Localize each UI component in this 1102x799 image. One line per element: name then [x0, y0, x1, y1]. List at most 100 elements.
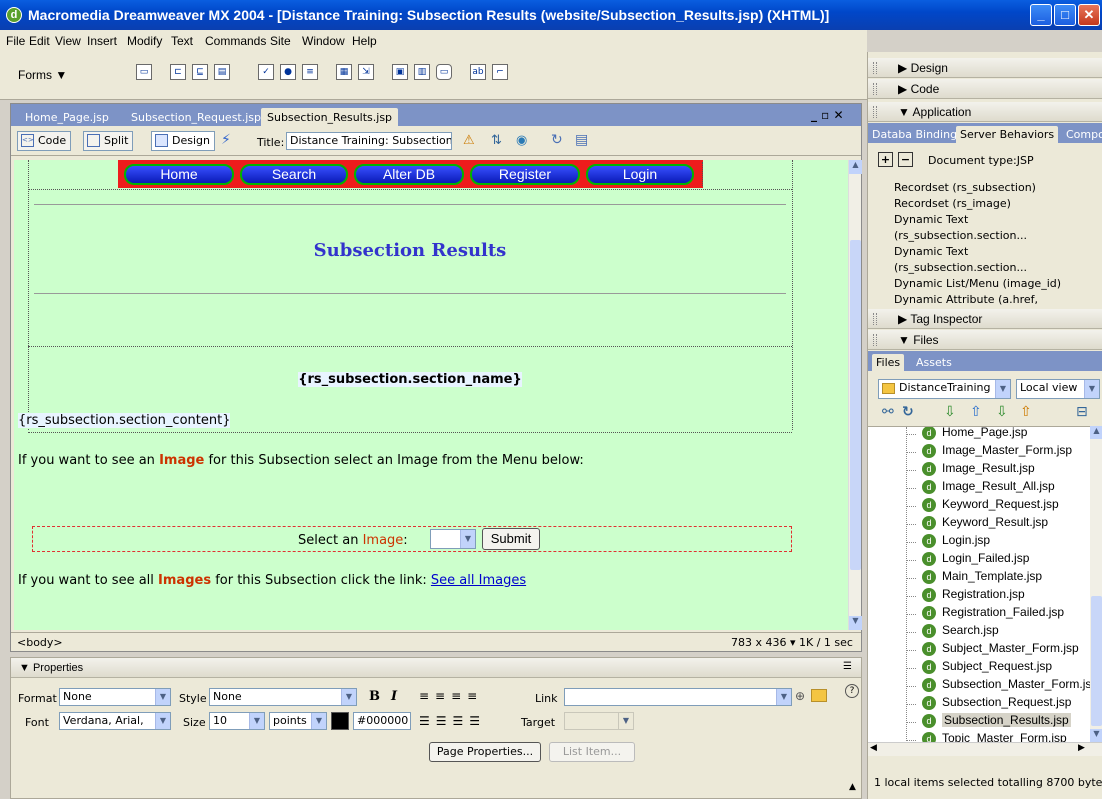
bold-button[interactable]: B [369, 689, 380, 704]
form-icon[interactable]: ▭ [136, 64, 152, 80]
menu-window[interactable]: Window [302, 34, 345, 48]
get-files-icon[interactable]: ⇩ [944, 404, 956, 420]
view-options-icon[interactable]: ▤ [575, 132, 588, 148]
jump-menu-icon[interactable]: ⇲ [358, 64, 374, 80]
scroll-right-icon[interactable]: ▶ [1078, 743, 1085, 753]
connect-icon[interactable]: ⚯ [882, 404, 894, 420]
nav-home-button[interactable]: Home [124, 164, 234, 185]
refresh-icon[interactable]: ↻ [551, 132, 563, 148]
files-scrollbar[interactable]: ▲ ▼ [1090, 426, 1102, 742]
design-view-button[interactable]: Design [151, 131, 215, 151]
text-color-input[interactable]: #000000 [353, 712, 411, 730]
scroll-down-icon[interactable]: ▼ [849, 616, 862, 630]
page-properties-button[interactable]: Page Properties... [429, 742, 541, 762]
nav-login-button[interactable]: Login [586, 164, 694, 185]
code-view-button[interactable]: <> Code [17, 131, 72, 151]
list-item-button[interactable]: List Item... [549, 742, 635, 762]
code-panel-header[interactable]: ▶ Code [868, 79, 1102, 99]
file-management-icon[interactable]: ⇅ [491, 133, 502, 148]
insert-category-dropdown[interactable]: Forms ▼ [18, 68, 67, 82]
scroll-up-icon[interactable]: ▲ [849, 160, 862, 174]
add-behavior-button[interactable]: + [878, 152, 893, 167]
scrollbar-thumb[interactable] [1091, 596, 1102, 726]
button-icon[interactable]: ▭ [436, 64, 452, 80]
file-item[interactable]: d Search.jsp [922, 623, 999, 638]
files-panel-header[interactable]: ▼ Files [868, 330, 1102, 350]
site-select[interactable]: DistanceTraining ▼ [878, 379, 1011, 399]
tab-server-behaviors[interactable]: Server Behaviors [956, 126, 1059, 144]
panel-options-icon[interactable]: ☰ [843, 661, 852, 672]
menu-site[interactable]: Site [270, 34, 291, 48]
scrollbar-thumb[interactable] [850, 240, 861, 570]
validate-icon[interactable]: ⚠ [463, 133, 475, 148]
image-select-dropdown[interactable]: ▼ [430, 529, 476, 549]
scroll-up-icon[interactable]: ▲ [1090, 426, 1102, 439]
design-view-scrollbar[interactable]: ▲ ▼ [848, 160, 862, 630]
file-item[interactable]: d Keyword_Request.jsp [922, 497, 1059, 512]
check-in-icon[interactable]: ⇧ [1020, 404, 1032, 420]
tab-home-page[interactable]: Home_Page.jsp [19, 108, 115, 126]
live-data-icon[interactable]: ⚡ [221, 132, 239, 150]
file-item[interactable]: d Registration.jsp [922, 587, 1025, 602]
put-files-icon[interactable]: ⇧ [970, 404, 982, 420]
tab-assets[interactable]: Assets [912, 354, 956, 372]
scroll-left-icon[interactable]: ◀ [870, 743, 877, 753]
menu-modify[interactable]: Modify [127, 34, 162, 48]
application-panel-header[interactable]: ▼ Application [868, 102, 1102, 122]
document-title-input[interactable]: Distance Training: Subsection [286, 132, 452, 150]
close-button[interactable]: ✕ [1078, 4, 1100, 26]
italic-button[interactable]: I [391, 689, 397, 704]
text-color-swatch[interactable] [331, 712, 349, 730]
label-icon[interactable]: ab [470, 64, 486, 80]
file-item[interactable]: d Subsection_Request.jsp [922, 695, 1071, 710]
list-indent-icons[interactable]: ☰☰☰☰ [419, 714, 486, 728]
file-field-icon[interactable]: ▥ [414, 64, 430, 80]
file-item[interactable]: d Topic_Master_Form.jsp [922, 731, 1067, 742]
tab-subsection-request[interactable]: Subsection_Request.jsp [125, 108, 267, 126]
menu-text[interactable]: Text [171, 34, 193, 48]
point-to-file-icon[interactable]: ⊕ [795, 689, 805, 703]
list-menu-icon[interactable]: ▦ [336, 64, 352, 80]
view-select[interactable]: Local view ▼ [1016, 379, 1100, 399]
file-item[interactable]: d Image_Result.jsp [922, 461, 1035, 476]
preview-in-browser-icon[interactable]: ◉ [516, 133, 527, 148]
submit-button[interactable]: Submit [482, 528, 540, 550]
scroll-down-icon[interactable]: ▼ [1090, 729, 1102, 742]
menu-help[interactable]: Help [352, 34, 377, 48]
see-all-images-link[interactable]: See all Images [431, 573, 526, 588]
behavior-item[interactable]: Recordset (rs_image) [894, 196, 1102, 212]
link-input[interactable]: ▼ [564, 688, 792, 706]
file-item[interactable]: d Subsection_Results.jsp [922, 713, 1071, 728]
files-tree[interactable]: d Home_Page.jsp d Image_Master_Form.jsp d Ima… [868, 426, 1102, 742]
menu-edit[interactable]: Edit [29, 34, 50, 48]
file-item[interactable]: d Main_Template.jsp [922, 569, 1042, 584]
properties-header[interactable]: ▼ Properties ☰ [11, 658, 861, 678]
file-item[interactable]: d Home_Page.jsp [922, 427, 1027, 440]
nav-search-button[interactable]: Search [240, 164, 348, 185]
radio-group-icon[interactable]: ≡ [302, 64, 318, 80]
target-select[interactable]: ▼ [564, 712, 634, 730]
expand-arrow-icon[interactable]: ▲ [849, 782, 856, 792]
text-field-icon[interactable]: ⊏ [170, 64, 186, 80]
split-view-button[interactable]: Split [83, 131, 134, 151]
alignment-icons[interactable]: ≡≡≡≡ [419, 689, 483, 703]
document-window-controls[interactable]: _ ▫ ✕ [811, 108, 844, 122]
format-select[interactable]: None ▼ [59, 688, 171, 706]
units-select[interactable]: points ▼ [269, 712, 327, 730]
file-item[interactable]: d Login.jsp [922, 533, 990, 548]
file-item[interactable]: d Image_Result_All.jsp [922, 479, 1055, 494]
design-view-canvas[interactable]: Home Search Alter DB Register Login Subs… [14, 160, 848, 630]
nav-register-button[interactable]: Register [470, 164, 580, 185]
file-item[interactable]: d Subject_Master_Form.jsp [922, 641, 1079, 656]
file-item[interactable]: d Keyword_Result.jsp [922, 515, 1048, 530]
file-item[interactable]: d Subject_Request.jsp [922, 659, 1052, 674]
behavior-item[interactable]: Dynamic Text (rs_subsection.section... [894, 244, 1102, 276]
size-select[interactable]: 10 ▼ [209, 712, 265, 730]
file-item[interactable]: d Login_Failed.jsp [922, 551, 1029, 566]
tag-inspector-panel-header[interactable]: ▶ Tag Inspector [868, 309, 1102, 329]
file-item[interactable]: d Image_Master_Form.jsp [922, 443, 1072, 458]
style-select[interactable]: None ▼ [209, 688, 357, 706]
image-field-icon[interactable]: ▣ [392, 64, 408, 80]
checkbox-icon[interactable]: ✓ [258, 64, 274, 80]
textarea-icon[interactable]: ▤ [214, 64, 230, 80]
